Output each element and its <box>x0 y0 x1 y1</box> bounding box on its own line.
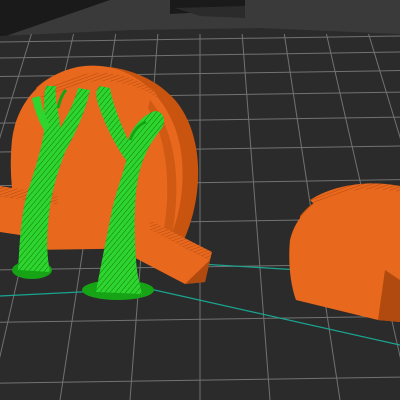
3d-scene[interactable] <box>0 0 400 400</box>
3d-preview-viewport[interactable] <box>0 0 400 400</box>
